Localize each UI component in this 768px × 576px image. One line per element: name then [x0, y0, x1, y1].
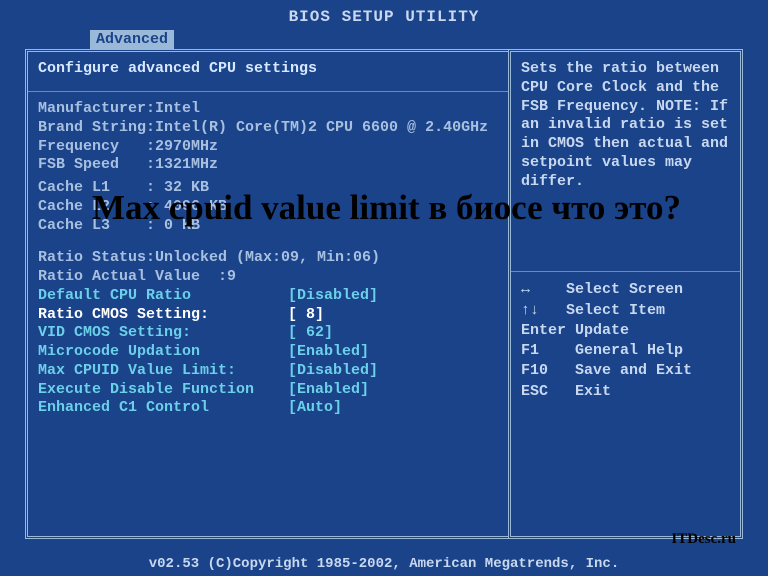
info-brand: Brand String:Intel(R) Core(TM)2 CPU 6600… [38, 119, 498, 138]
hint-row: ↑↓ Select Item [521, 301, 730, 321]
main-panel: Configure advanced CPU settings Manufact… [25, 49, 508, 539]
setting-label: VID CMOS Setting: [38, 324, 288, 343]
tab-advanced[interactable]: Advanced [90, 30, 174, 49]
setting-value[interactable]: [Disabled] [288, 287, 378, 306]
setting-row[interactable]: Default CPU Ratio[Disabled] [38, 287, 498, 306]
setting-label: Ratio CMOS Setting: [38, 306, 288, 325]
setting-row[interactable]: Ratio CMOS Setting:[ 8] [38, 306, 498, 325]
help-text: Sets the ratio between CPU Core Clock an… [521, 60, 730, 191]
info-frequency: Frequency :2970MHz [38, 138, 498, 157]
setting-value[interactable]: [ 8] [288, 306, 324, 325]
setting-value[interactable]: [Auto] [288, 399, 342, 418]
overlay-question: Max cpuid value limit в биосе что это? [10, 188, 763, 228]
setting-row[interactable]: Execute Disable Function[Enabled] [38, 381, 498, 400]
key-hints: ↔ Select Screen↑↓ Select ItemEnter Updat… [521, 280, 730, 402]
setting-label: Microcode Updation [38, 343, 288, 362]
setting-label: Enhanced C1 Control [38, 399, 288, 418]
hint-row: ↔ Select Screen [521, 280, 730, 300]
panels: Configure advanced CPU settings Manufact… [25, 49, 743, 539]
help-panel: Sets the ratio between CPU Core Clock an… [508, 49, 743, 539]
setting-value[interactable]: [ 62] [288, 324, 333, 343]
setting-label: Max CPUID Value Limit: [38, 362, 288, 381]
setting-value[interactable]: [Enabled] [288, 381, 369, 400]
hint-row: Enter Update [521, 321, 730, 341]
hint-row: ESC Exit [521, 382, 730, 402]
tab-row: Advanced [0, 30, 768, 49]
setting-row[interactable]: Microcode Updation[Enabled] [38, 343, 498, 362]
hint-row: F1 General Help [521, 341, 730, 361]
info-fsb: FSB Speed :1321MHz [38, 156, 498, 175]
help-separator [511, 271, 740, 272]
info-ratio-status: Ratio Status:Unlocked (Max:09, Min:06) [38, 249, 498, 268]
setting-row[interactable]: VID CMOS Setting:[ 62] [38, 324, 498, 343]
settings-list: Default CPU Ratio[Disabled] Ratio CMOS S… [38, 287, 498, 418]
setting-row[interactable]: Max CPUID Value Limit:[Disabled] [38, 362, 498, 381]
hint-row: F10 Save and Exit [521, 361, 730, 381]
separator [28, 91, 508, 92]
section-title: Configure advanced CPU settings [38, 60, 498, 77]
setting-value[interactable]: [Enabled] [288, 343, 369, 362]
bios-footer: v02.53 (C)Copyright 1985-2002, American … [0, 556, 768, 572]
setting-value[interactable]: [Disabled] [288, 362, 378, 381]
setting-label: Execute Disable Function [38, 381, 288, 400]
bios-title: BIOS SETUP UTILITY [0, 0, 768, 30]
info-manufacturer: Manufacturer:Intel [38, 100, 498, 119]
watermark: ITDesc.ru [671, 531, 736, 548]
setting-row[interactable]: Enhanced C1 Control[Auto] [38, 399, 498, 418]
setting-label: Default CPU Ratio [38, 287, 288, 306]
info-ratio-actual: Ratio Actual Value :9 [38, 268, 498, 287]
